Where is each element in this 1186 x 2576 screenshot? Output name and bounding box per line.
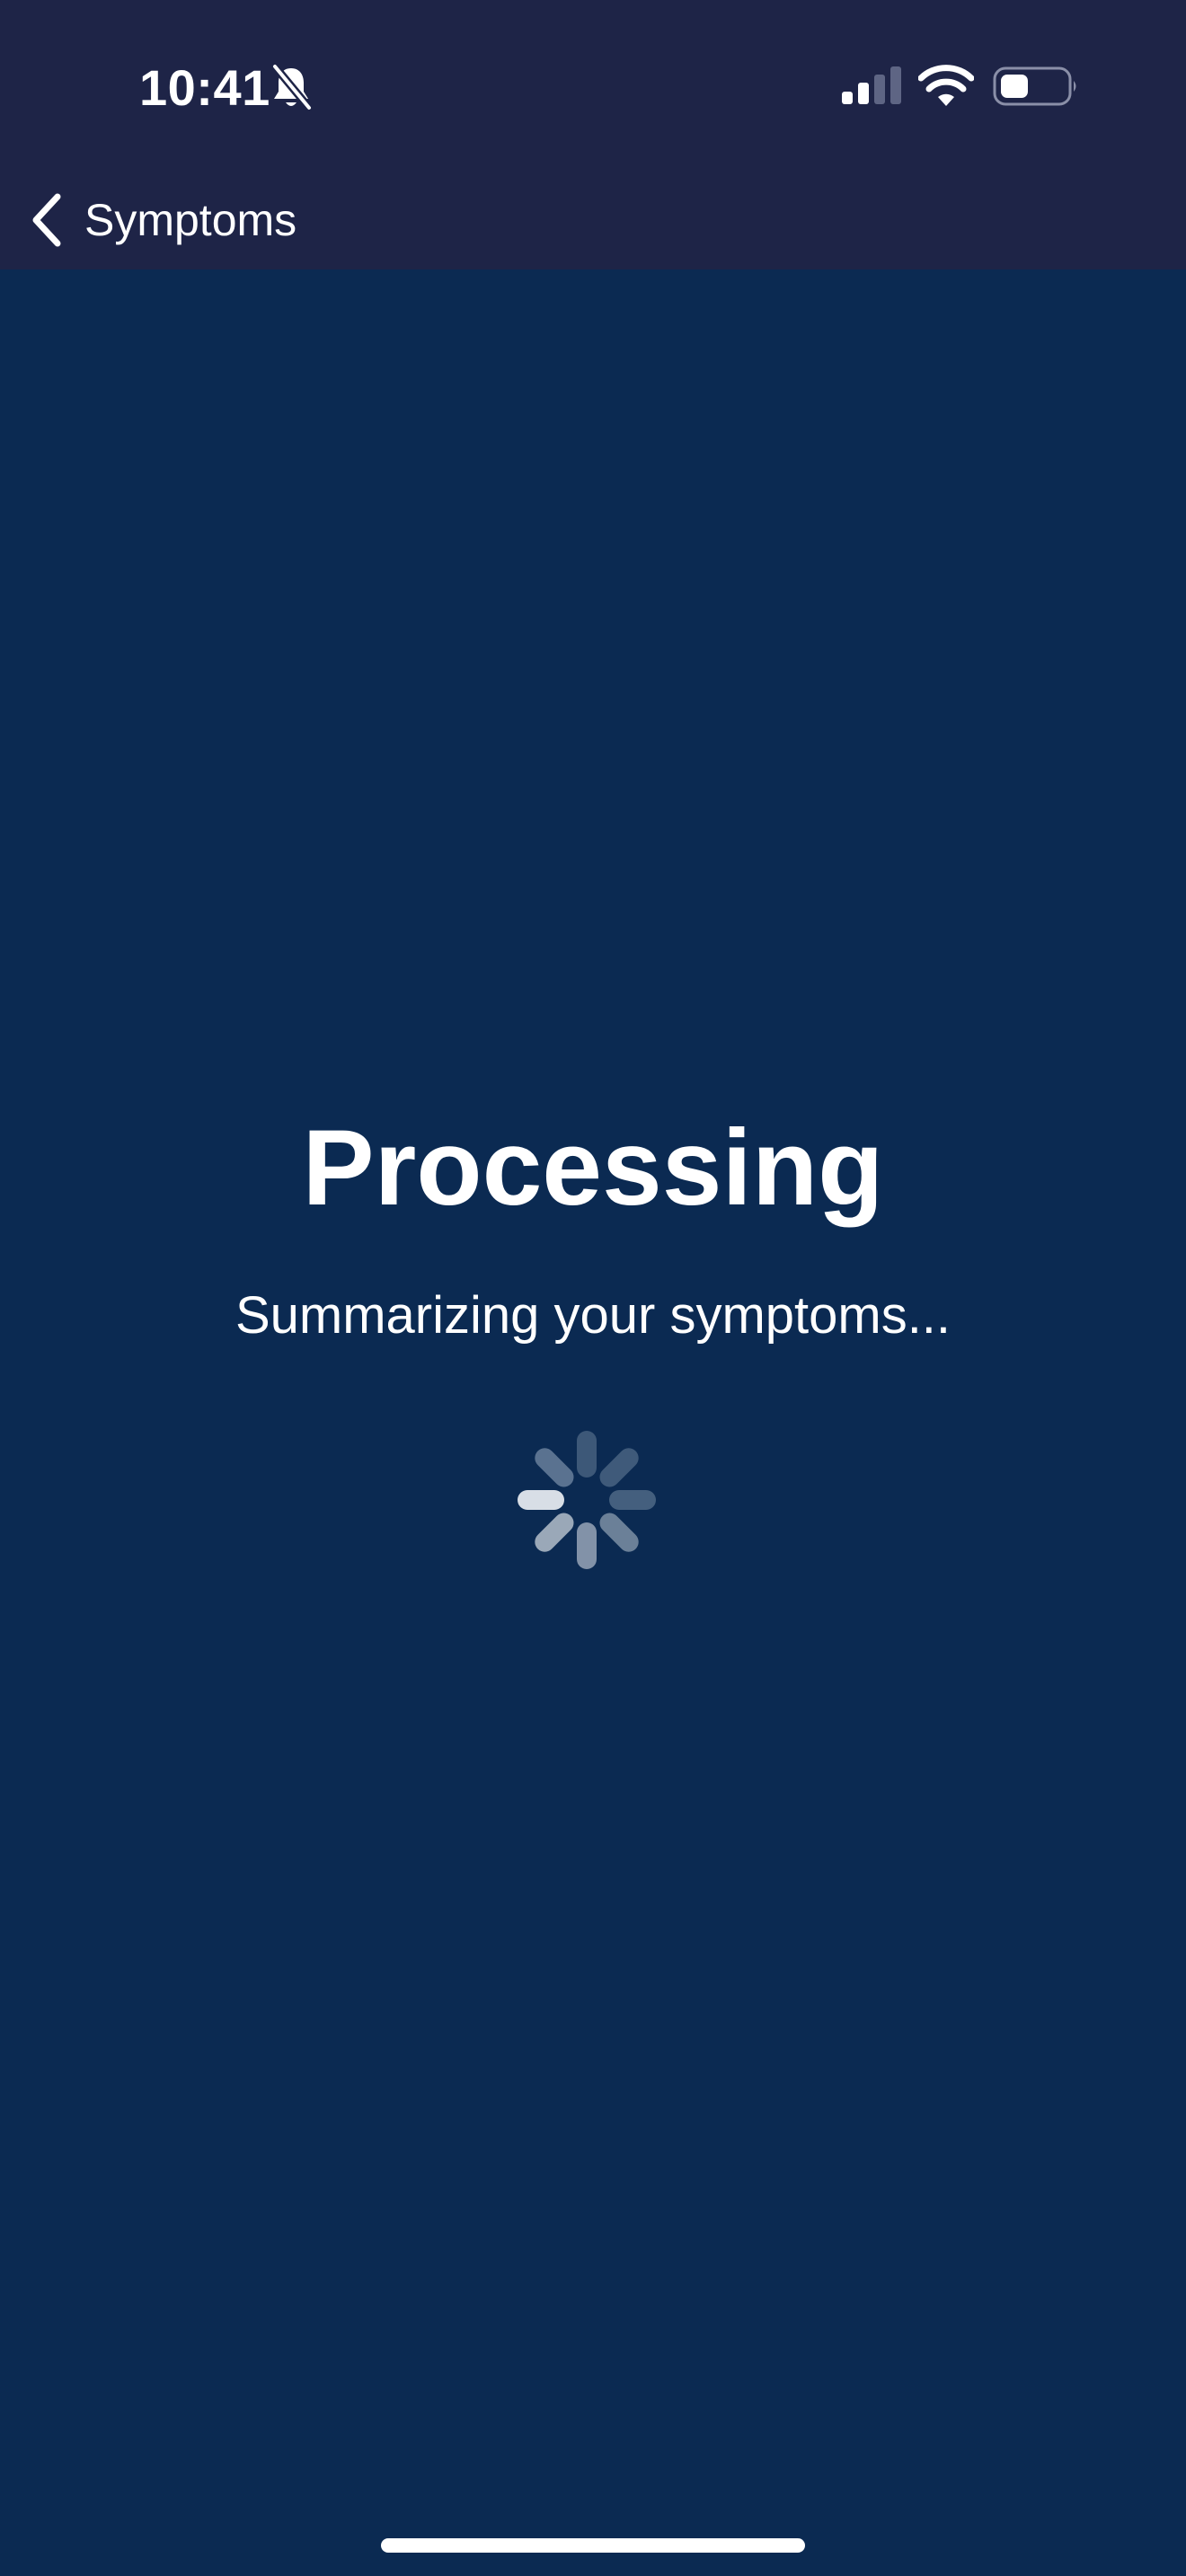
bell-slash-icon — [270, 63, 313, 111]
wifi-icon — [918, 65, 974, 106]
top-bar: 10:41 Symptoms — [0, 0, 1186, 269]
page-subtitle: Summarizing your symptoms... — [235, 1286, 951, 1345]
processing-screen: Processing Summarizing your symptoms... — [0, 269, 1186, 2576]
status-time: 10:41 — [139, 59, 270, 116]
back-button-label: Symptoms — [84, 195, 297, 245]
status-bar: 10:41 — [0, 0, 1186, 171]
battery-icon — [993, 66, 1076, 106]
chevron-left-icon — [32, 193, 61, 247]
navigation-bar: Symptoms — [0, 171, 1186, 269]
activity-spinner-icon — [518, 1431, 656, 1569]
cellular-signal-icon — [842, 66, 901, 104]
back-button[interactable]: Symptoms — [27, 180, 296, 260]
page-title: Processing — [302, 1107, 884, 1228]
home-indicator[interactable] — [381, 2538, 805, 2553]
